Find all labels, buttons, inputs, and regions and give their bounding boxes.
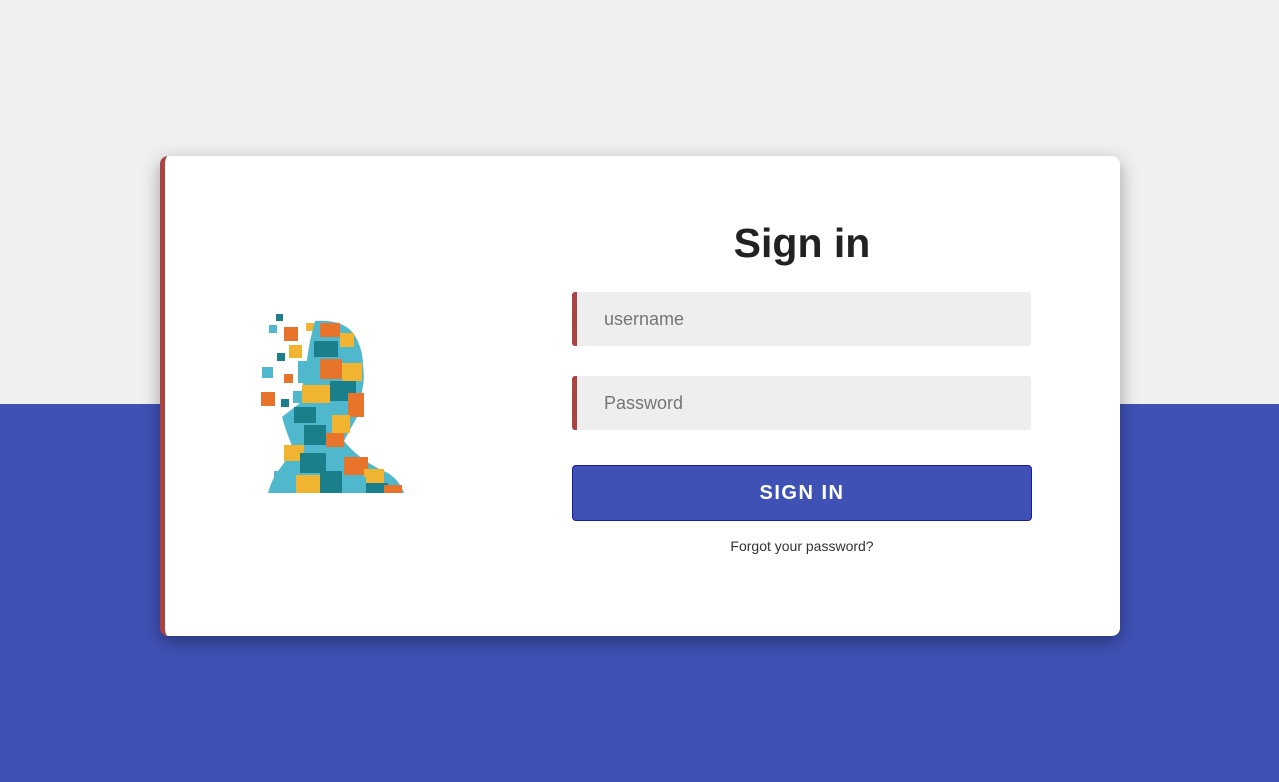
forgot-password-link[interactable]: Forgot your password? bbox=[572, 538, 1032, 554]
pixel-head-logo-icon bbox=[261, 314, 404, 493]
page-title: Sign in bbox=[733, 220, 871, 266]
password-input[interactable] bbox=[572, 376, 1031, 430]
username-input[interactable] bbox=[572, 292, 1031, 346]
login-card: Sign in SIGN IN Forgot your password? bbox=[160, 156, 1120, 636]
sign-in-button[interactable]: SIGN IN bbox=[572, 465, 1032, 521]
login-form: Sign in SIGN IN Forgot your password? bbox=[572, 156, 1032, 636]
